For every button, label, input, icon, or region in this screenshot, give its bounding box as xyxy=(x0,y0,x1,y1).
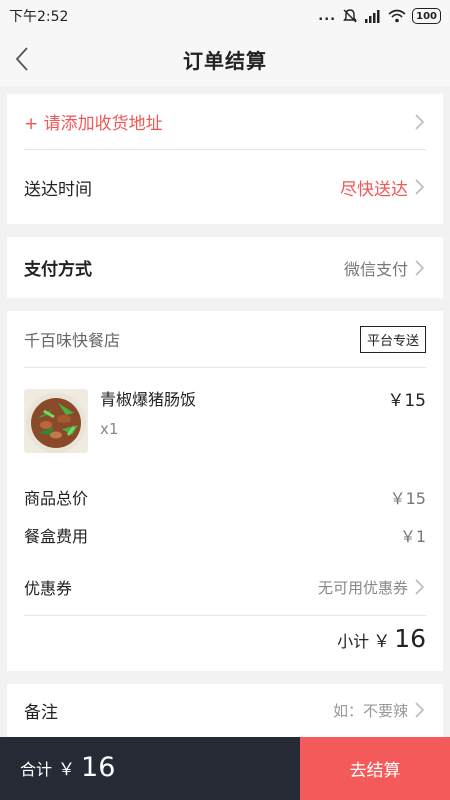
payment-label: 支付方式 xyxy=(24,260,92,280)
payment-method-text: 微信支付 xyxy=(343,259,408,279)
address-card: + 请添加收货地址 送达时间 尽快送达 xyxy=(7,94,443,224)
total-value: 16 xyxy=(81,752,116,783)
payment-card[interactable]: 支付方式 微信支付 xyxy=(7,237,443,298)
delivery-time-label: 送达时间 xyxy=(24,179,92,200)
goods-total-row: 商品总价 ￥15 xyxy=(24,478,426,516)
subtotal-currency: ￥ xyxy=(373,632,391,652)
wifi-icon xyxy=(388,9,406,23)
delivery-time-row[interactable]: 送达时间 尽快送达 xyxy=(24,150,426,224)
remark-placeholder-text: 如：不要辣 xyxy=(332,701,408,720)
mute-bell-icon xyxy=(343,9,358,23)
dish-info: 青椒爆猪肠饭 x1 xyxy=(100,389,426,455)
chevron-right-icon xyxy=(415,702,425,718)
divider xyxy=(24,367,426,368)
remark-card[interactable]: 备注 如：不要辣 xyxy=(7,684,443,744)
dish-name: 青椒爆猪肠饭 xyxy=(100,390,197,409)
order-card: 千百味快餐店 平台专送 青椒爆猪肠饭 x1 ￥15 商品总价 ￥15 餐盒费用 … xyxy=(7,311,443,671)
dish-price: ￥15 xyxy=(387,391,426,411)
page-title: 订单结算 xyxy=(183,48,267,73)
goods-total-value: ￥15 xyxy=(389,489,426,508)
coupon-value: 无可用优惠券 xyxy=(318,577,426,598)
nav-bar: 订单结算 xyxy=(0,32,450,86)
box-fee-label: 餐盒费用 xyxy=(24,527,89,546)
dish-item: 青椒爆猪肠饭 x1 ￥15 xyxy=(24,389,426,455)
bottom-checkout-bar: 合计 ￥ 16 去结算 xyxy=(0,737,450,800)
goods-total-label: 商品总价 xyxy=(24,489,89,508)
total-currency: ￥ xyxy=(58,760,76,780)
status-time: 下午2:52 xyxy=(9,9,69,25)
subtotal-value: 16 xyxy=(394,624,426,653)
more-dots-icon: ... xyxy=(318,8,337,24)
remark-label: 备注 xyxy=(24,702,58,723)
status-bar: 下午2:52 ... 100 xyxy=(0,0,450,32)
delivery-time-value: 尽快送达 xyxy=(340,175,426,200)
delivery-badge: 平台专送 xyxy=(359,325,426,353)
subtotal: 小计 ￥ 16 xyxy=(24,624,426,653)
coupon-text: 无可用优惠券 xyxy=(317,578,408,597)
remark-row[interactable]: 备注 如：不要辣 xyxy=(24,684,426,736)
dish-quantity: x1 xyxy=(100,420,119,438)
subtotal-label: 小计 xyxy=(337,632,370,651)
divider xyxy=(24,615,426,616)
payment-value: 微信支付 xyxy=(344,256,426,280)
chevron-right-icon xyxy=(415,179,425,195)
chevron-right-icon xyxy=(415,259,425,276)
box-fee-value: ￥1 xyxy=(399,527,426,546)
payment-row[interactable]: 支付方式 微信支付 xyxy=(24,237,426,298)
box-fee-row: 餐盒费用 ￥1 xyxy=(24,516,426,554)
shop-row: 千百味快餐店 平台专送 xyxy=(24,311,426,367)
chevron-left-icon xyxy=(15,47,28,71)
chevron-right-icon xyxy=(415,113,425,130)
coupon-row[interactable]: 优惠券 无可用优惠券 xyxy=(24,559,426,615)
checkout-button[interactable]: 去结算 xyxy=(300,737,450,800)
dish-image xyxy=(24,389,88,453)
remark-placeholder: 如：不要辣 xyxy=(333,700,426,721)
back-button[interactable] xyxy=(8,45,36,73)
coupon-label: 优惠券 xyxy=(24,579,73,598)
total-label: 合计 xyxy=(20,760,53,779)
cell-signal-icon xyxy=(365,10,380,23)
total-area: 合计 ￥ 16 xyxy=(0,737,300,800)
add-address-link[interactable]: + 请添加收货地址 xyxy=(24,109,163,134)
battery-indicator: 100 xyxy=(412,8,441,24)
shop-name: 千百味快餐店 xyxy=(24,331,121,350)
chevron-right-icon xyxy=(415,579,425,595)
status-icons: ... 100 xyxy=(318,8,441,24)
delivery-time-text: 尽快送达 xyxy=(340,179,408,200)
add-address-row[interactable]: + 请添加收货地址 xyxy=(24,94,426,149)
